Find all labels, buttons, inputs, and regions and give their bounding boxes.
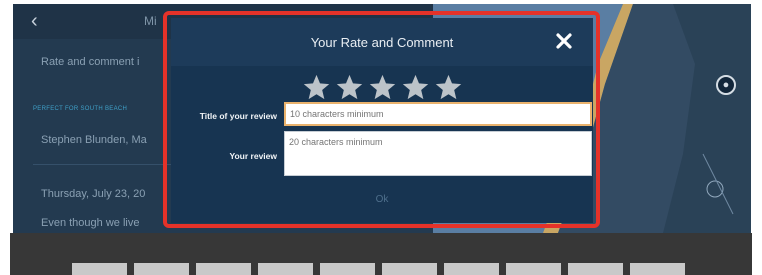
- close-icon: [556, 33, 572, 49]
- background-header-title: Mi: [144, 14, 157, 28]
- background-prompt: Rate and comment i: [41, 56, 140, 68]
- keyboard-key[interactable]: [72, 263, 127, 275]
- star-icon[interactable]: [401, 73, 430, 102]
- keyboard-key[interactable]: [196, 263, 251, 275]
- star-icon[interactable]: [368, 73, 397, 102]
- review-text-label: Your review: [229, 151, 277, 161]
- keyboard-key[interactable]: [630, 263, 685, 275]
- star-icon[interactable]: [302, 73, 331, 102]
- on-screen-keyboard: [10, 233, 752, 275]
- background-date: Thursday, July 23, 20: [41, 188, 146, 200]
- review-title-input[interactable]: [284, 102, 592, 126]
- keyboard-key[interactable]: [134, 263, 189, 275]
- compass-icon[interactable]: ●: [716, 75, 736, 95]
- star-icon[interactable]: [335, 73, 364, 102]
- keyboard-key[interactable]: [320, 263, 375, 275]
- background-body-text: Even though we live: [41, 217, 140, 229]
- keyboard-key[interactable]: [506, 263, 561, 275]
- close-button[interactable]: [551, 28, 577, 54]
- back-chevron-icon[interactable]: ‹: [31, 11, 43, 31]
- rate-and-comment-dialog: Your Rate and Comment Title of your revi…: [171, 18, 593, 223]
- dialog-title: Your Rate and Comment: [310, 35, 454, 50]
- review-text-input[interactable]: [284, 131, 592, 176]
- dialog-titlebar: Your Rate and Comment: [171, 18, 593, 66]
- keyboard-key[interactable]: [568, 263, 623, 275]
- ok-button[interactable]: Ok: [367, 192, 397, 208]
- keyboard-key[interactable]: [258, 263, 313, 275]
- star-icon[interactable]: [434, 73, 463, 102]
- review-title-label: Title of your review: [199, 111, 277, 121]
- keyboard-key[interactable]: [382, 263, 437, 275]
- keyboard-key[interactable]: [444, 263, 499, 275]
- background-author: Stephen Blunden, Ma: [41, 134, 147, 146]
- background-section-label: PERFECT FOR SOUTH BEACH: [33, 106, 128, 112]
